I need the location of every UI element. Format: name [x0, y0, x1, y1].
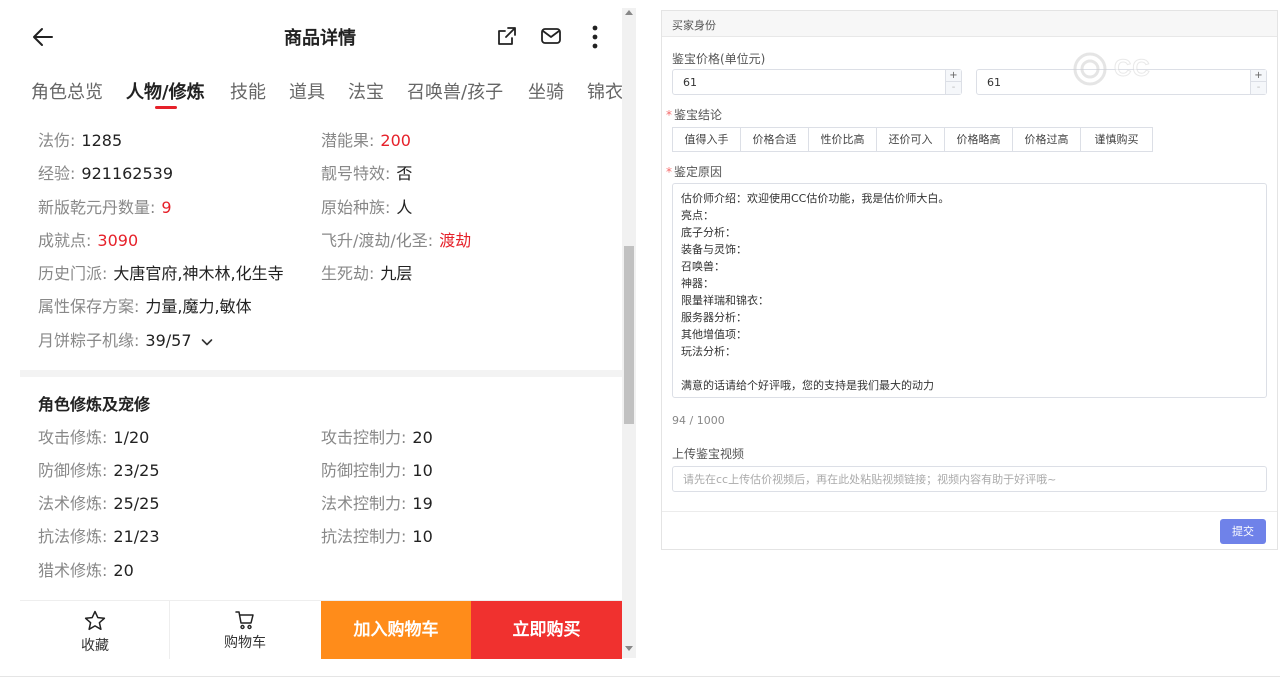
- product-detail-panel: 商品详情 角色总览 人物/修炼 技能 道具 法宝 召唤兽/孩子 坐骑 锦衣 法伤…: [0, 0, 636, 660]
- tab-skills[interactable]: 技能: [230, 78, 266, 104]
- reason-line: 亮点：: [681, 209, 714, 222]
- price-min-input[interactable]: 61 + -: [672, 69, 962, 95]
- price-max-decrement-button[interactable]: -: [1251, 82, 1266, 94]
- char-counter: 94 / 1000: [672, 414, 725, 427]
- more-vertical-icon[interactable]: [586, 24, 604, 50]
- cart-button[interactable]: 购物车: [170, 601, 320, 659]
- reason-label: * 鉴定原因: [666, 165, 723, 179]
- cult-fangyu: 防御修炼: 23/25: [38, 461, 160, 480]
- scrollbar-thumb[interactable]: [624, 246, 634, 424]
- attr-qiannengguo: 潜能果: 200: [321, 131, 411, 150]
- share-icon[interactable]: [496, 25, 518, 47]
- conclusion-option[interactable]: 价格过高: [1012, 127, 1081, 152]
- required-asterisk: *: [666, 108, 672, 122]
- reason-line: 底子分析：: [681, 226, 736, 239]
- footer-divider: [662, 511, 1277, 512]
- conclusion-option[interactable]: 价格合适: [740, 127, 809, 152]
- cult-kangfa-kongzhi: 抗法控制力: 10: [321, 527, 433, 546]
- attr-qianyuandan: 新版乾元丹数量: 9: [38, 198, 172, 217]
- scroll-up-arrow-icon[interactable]: [625, 10, 633, 15]
- reason-line: 召唤兽：: [681, 260, 725, 273]
- add-to-cart-button[interactable]: 加入购物车: [321, 601, 471, 659]
- conclusion-label: * 鉴宝结论: [666, 108, 723, 122]
- submit-button[interactable]: 提交: [1220, 519, 1266, 544]
- chevron-down-icon[interactable]: [201, 336, 213, 348]
- attr-shuxing: 属性保存方案: 力量,魔力,敏体: [38, 297, 252, 316]
- category-tabs: 角色总览 人物/修炼 技能 道具 法宝 召唤兽/孩子 坐骑 锦衣: [0, 72, 622, 112]
- conclusion-option[interactable]: 性价比高: [808, 127, 877, 152]
- price-max-increment-button[interactable]: +: [1251, 70, 1266, 82]
- reason-line: 限量祥瑞和锦衣：: [681, 294, 769, 307]
- reason-line: 装备与灵饰：: [681, 243, 747, 256]
- tab-character-cultivation[interactable]: 人物/修炼: [126, 78, 205, 104]
- attr-zhongzu: 原始种族: 人: [321, 198, 413, 217]
- conclusion-option[interactable]: 价格略高: [944, 127, 1013, 152]
- mail-icon[interactable]: [540, 26, 562, 46]
- attr-menpai: 历史门派: 大唐官府,神木林,化生寺: [38, 264, 284, 283]
- price-min-decrement-button[interactable]: -: [946, 82, 961, 94]
- reason-line: 其他增值项：: [681, 328, 747, 341]
- attr-feisheng: 飞升/渡劫/化圣: 渡劫: [321, 231, 472, 250]
- price-min-value: 61: [683, 76, 697, 89]
- reason-line: [681, 360, 1258, 377]
- attr-chengjiu: 成就点: 3090: [38, 231, 139, 250]
- tab-pets-children[interactable]: 召唤兽/孩子: [407, 78, 503, 104]
- video-label: 上传鉴宝视频: [672, 447, 745, 461]
- cult-kangfa: 抗法修炼: 21/23: [38, 527, 160, 546]
- reason-line: 满意的话请给个好评哦，您的支持是我们最大的动力: [681, 379, 934, 392]
- attr-fashang: 法伤: 1285: [38, 131, 123, 150]
- price-label: 鉴宝价格(单位元): [672, 52, 766, 66]
- cult-fashu-kongzhi: 法术控制力: 19: [321, 494, 433, 513]
- conclusion-option[interactable]: 值得入手: [672, 127, 741, 152]
- reason-line: 服务器分析：: [681, 311, 747, 324]
- screen: 商品详情 角色总览 人物/修炼 技能 道具 法宝 召唤兽/孩子 坐骑 锦衣 法伤…: [0, 0, 1280, 682]
- card-header: 买家身份: [662, 11, 1277, 37]
- cult-fashu: 法术修炼: 25/25: [38, 494, 160, 513]
- watermark-emblem-icon: [1073, 52, 1107, 86]
- attr-jingyan: 经验: 921162539: [38, 164, 174, 183]
- star-icon: [84, 610, 106, 631]
- attr-shengsijie: 生死劫: 九层: [321, 264, 413, 283]
- tab-magic-treasure[interactable]: 法宝: [348, 78, 384, 104]
- favorite-button[interactable]: 收藏: [20, 601, 170, 659]
- watermark-logo: CC: [1070, 51, 1250, 87]
- reason-line: 玩法分析：: [681, 345, 736, 358]
- price-max-stepper: + -: [1250, 70, 1266, 94]
- appraisal-form-card: 买家身份 鉴宝价格(单位元) 61 + - 61 + - CC * 鉴宝结论 值…: [661, 10, 1278, 550]
- cult-fangyu-kongzhi: 防御控制力: 10: [321, 461, 433, 480]
- shopping-cart-icon: [235, 611, 254, 630]
- price-min-increment-button[interactable]: +: [946, 70, 961, 82]
- cart-label: 购物车: [224, 635, 266, 651]
- conclusion-option[interactable]: 谨慎购买: [1080, 127, 1153, 152]
- buy-now-button[interactable]: 立即购买: [471, 601, 622, 659]
- window-bottom-divider: [0, 676, 1280, 677]
- section-divider: [20, 370, 622, 377]
- cult-gongji: 攻击修炼: 1/20: [38, 428, 150, 447]
- price-min-stepper: + -: [945, 70, 961, 94]
- cultivation-section-title: 角色修炼及宠修: [38, 395, 151, 414]
- attr-lianghao: 靓号特效: 否: [321, 164, 413, 183]
- bottom-action-bar: 收藏 购物车 加入购物车 立即购买: [20, 600, 622, 659]
- conclusion-option[interactable]: 还价可入: [876, 127, 945, 152]
- watermark-text: CC: [1114, 55, 1151, 83]
- cult-lieshu: 猎术修炼: 20: [38, 561, 134, 580]
- tab-mounts[interactable]: 坐骑: [528, 78, 564, 104]
- price-max-value: 61: [987, 76, 1001, 89]
- reason-line: 估价师介绍：欢迎使用CC估价功能，我是估价师大白。: [681, 192, 950, 205]
- tab-outfits[interactable]: 锦衣: [587, 78, 622, 104]
- active-tab-indicator: [155, 106, 177, 109]
- tab-items[interactable]: 道具: [289, 78, 325, 104]
- attr-jiyuan[interactable]: 月饼粽子机缘: 39/57: [38, 327, 213, 351]
- cult-gongji-kongzhi: 攻击控制力: 20: [321, 428, 433, 447]
- reason-textarea[interactable]: 估价师介绍：欢迎使用CC估价功能，我是估价师大白。 亮点： 底子分析： 装备与灵…: [672, 183, 1267, 398]
- top-bar: 商品详情: [0, 0, 622, 72]
- required-asterisk: *: [666, 165, 672, 179]
- card-title: 买家身份: [672, 19, 716, 32]
- favorite-label: 收藏: [81, 638, 109, 654]
- scroll-down-arrow-icon[interactable]: [625, 646, 633, 651]
- video-link-input[interactable]: [672, 466, 1267, 492]
- reason-line: 神器：: [681, 277, 714, 290]
- tab-overview[interactable]: 角色总览: [31, 78, 103, 104]
